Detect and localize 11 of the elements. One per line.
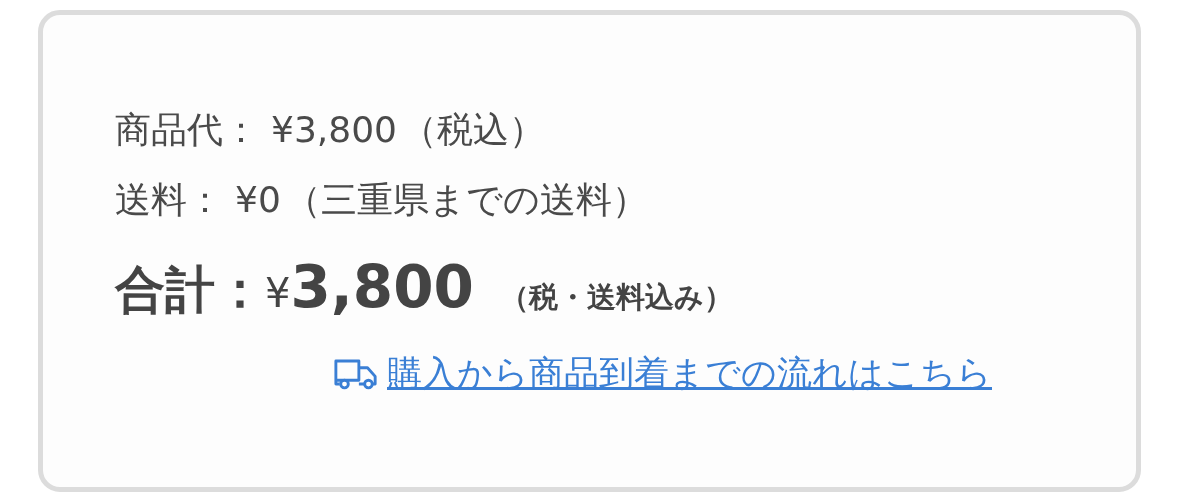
price-note: （税込） [400,108,545,152]
price-value: ¥0 [235,178,281,222]
price-label: 送料： [115,178,223,222]
total-amount: 3,800 [290,253,474,321]
total-label: 合計： [115,260,265,321]
price-label: 商品代： [115,108,259,152]
price-value: ¥3,800 [271,108,397,152]
total-note: （税・送料込み） [499,279,733,316]
truck-icon [333,357,379,390]
price-note: （三重県までの送料） [284,178,648,222]
currency-sign: ¥ [265,270,291,316]
